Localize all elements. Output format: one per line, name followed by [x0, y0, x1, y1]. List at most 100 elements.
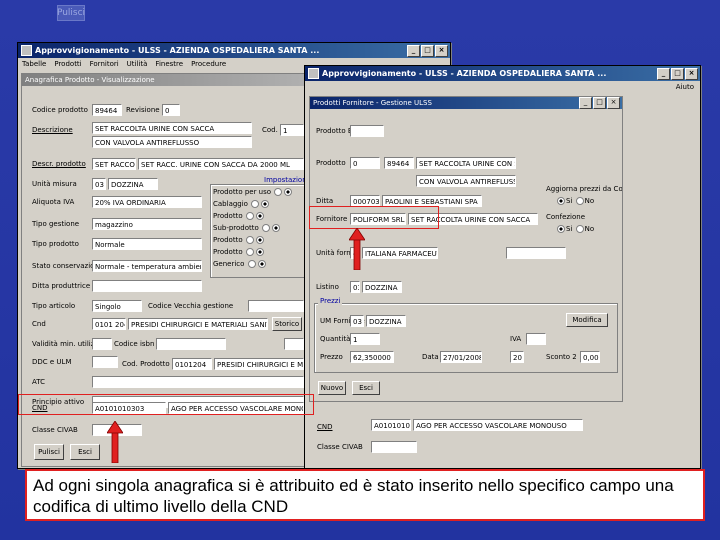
minimize-icon-inner[interactable]: _: [579, 97, 592, 109]
iva-field[interactable]: [526, 333, 546, 345]
listino-cod-field[interactable]: 03: [350, 281, 360, 293]
radio-sub-prodotto[interactable]: Sub-prodotto: [213, 224, 281, 232]
radio-prodotto-2[interactable]: Prodotto: [213, 236, 265, 244]
menu-item-prodotti[interactable]: Prodotti: [54, 60, 81, 68]
radio-no-3[interactable]: [255, 212, 264, 220]
tipo-articolo-field[interactable]: Singolo: [92, 300, 142, 312]
radio-si-2[interactable]: [251, 200, 260, 208]
stato-conservazione-field[interactable]: Normale - temperatura ambiente: [92, 260, 202, 272]
codice-isbn-field[interactable]: [156, 338, 226, 350]
radio-no-4[interactable]: [272, 224, 281, 232]
um-cod-field[interactable]: 03: [350, 315, 364, 327]
prodotto-cod-field[interactable]: 0: [350, 157, 380, 169]
radio-confezione-si[interactable]: [557, 225, 565, 233]
radio-confezione-no[interactable]: [575, 225, 584, 233]
maximize-icon[interactable]: □: [421, 44, 434, 57]
prodotto-desc-field[interactable]: SET RACCOLTA URINE CON SACCA: [416, 157, 516, 169]
radio-aggiorna-no[interactable]: [575, 197, 584, 205]
menu-item-utilita[interactable]: Utilità: [127, 60, 148, 68]
unita-misura-field[interactable]: DOZZINA: [108, 178, 158, 190]
radio-prodotto-uso[interactable]: Prodotto per uso: [213, 188, 293, 196]
menu-item-tabelle[interactable]: Tabelle: [22, 60, 46, 68]
cnd-desc-field[interactable]: PRESIDI CHIRURGICI E MATERIALI SANITARI: [128, 318, 268, 330]
close-icon-right[interactable]: ×: [685, 67, 698, 80]
radio-si-5[interactable]: [245, 236, 254, 244]
aliquota-iva-field[interactable]: 20% IVA ORDINARIA: [92, 196, 202, 208]
minimize-icon-right[interactable]: _: [657, 67, 670, 80]
unita-extra-field[interactable]: [506, 247, 566, 259]
pulisci-button[interactable]: Pulisci: [34, 444, 64, 460]
close-icon[interactable]: ×: [435, 44, 448, 57]
close-icon-inner[interactable]: ×: [607, 97, 620, 109]
prodotto-ex-field[interactable]: [350, 125, 384, 137]
menu-item-procedure[interactable]: Procedure: [191, 60, 226, 68]
radio-prodotto[interactable]: Prodotto: [213, 212, 265, 220]
menu-item-fornitori[interactable]: Fornitori: [90, 60, 119, 68]
tipo-gestione-field[interactable]: magazzino: [92, 218, 202, 230]
radio-no-2[interactable]: [261, 200, 270, 208]
codice-prodotto-field[interactable]: 89464: [92, 104, 122, 116]
radio-aggiorna-si[interactable]: [557, 197, 565, 205]
codice-vecchia-gestione-field[interactable]: [248, 300, 304, 312]
validita-field[interactable]: [92, 338, 112, 350]
prezzo-field[interactable]: 62,350000: [350, 351, 394, 363]
cnd-desc-right-field[interactable]: AGO PER ACCESSO VASCOLARE MONOUSO: [413, 419, 583, 431]
radio-si-6[interactable]: [245, 248, 254, 256]
aggiorna-radios[interactable]: Si No: [556, 197, 594, 205]
radio-si-1[interactable]: [274, 188, 283, 196]
unita-desc-field[interactable]: ITALIANA FARMACEUTICI: [362, 247, 438, 259]
radio-si-7[interactable]: [247, 260, 256, 268]
radio-no-5[interactable]: [255, 236, 264, 244]
nuovo-button[interactable]: Nuovo: [318, 381, 346, 395]
radio-cablaggio[interactable]: Cablaggio: [213, 200, 270, 208]
iva-value-field[interactable]: 20: [510, 351, 524, 363]
minimize-icon[interactable]: _: [407, 44, 420, 57]
confezione-radios[interactable]: Si No: [556, 225, 594, 233]
data-field[interactable]: 27/01/2008: [440, 351, 482, 363]
descr-prodotto-long-field[interactable]: SET RACC. URINE CON SACCA DA 2000 ML: [138, 158, 304, 170]
descr-prodotto2-field[interactable]: PRESIDI CHIRURGICI E MATERIALI SANITARI: [214, 358, 304, 370]
cod-ditta-field[interactable]: 1: [280, 124, 304, 136]
label-ddc-ulm: DDC e ULM: [32, 358, 72, 366]
radio-generico[interactable]: Generico: [213, 260, 267, 268]
cnd-code-field[interactable]: 0101 204: [92, 318, 126, 330]
label-revisione-num: Revisione: [126, 106, 160, 114]
radio-no-1[interactable]: [284, 188, 293, 196]
atc-field[interactable]: [92, 376, 304, 388]
label-sconto: Sconto 2: [546, 353, 577, 361]
storico-button[interactable]: Storico: [272, 317, 302, 331]
descrizione-field-2[interactable]: CON VALVOLA ANTIREFLUSSO: [92, 136, 252, 148]
radio-no-7[interactable]: [257, 260, 266, 268]
ditta-produttrice-field[interactable]: [92, 280, 202, 292]
tipo-prodotto-field[interactable]: Normale: [92, 238, 202, 250]
radio-si-4[interactable]: [262, 224, 271, 232]
maximize-icon-right[interactable]: □: [671, 67, 684, 80]
menu-item-finestre[interactable]: Finestre: [155, 60, 183, 68]
menu-item-aiuto[interactable]: Aiuto: [676, 83, 694, 91]
label-iva: IVA: [510, 335, 522, 343]
maximize-icon-inner[interactable]: □: [593, 97, 606, 109]
prodotto-desc2-field[interactable]: CON VALVOLA ANTIREFLUSSO: [416, 175, 516, 187]
extra-field[interactable]: [284, 338, 304, 350]
revisione-field[interactable]: 0: [162, 104, 180, 116]
esci-button-right[interactable]: Esci: [352, 381, 380, 395]
cod-prodotto-field[interactable]: 0101204: [172, 358, 212, 370]
radio-si-3[interactable]: [245, 212, 254, 220]
um-desc-field[interactable]: DOZZINA: [366, 315, 406, 327]
cnd-right-field[interactable]: A0101010303: [371, 419, 411, 431]
classe-civab-right-field[interactable]: [371, 441, 417, 453]
sconto-field[interactable]: 0,00: [580, 351, 600, 363]
radio-no-6[interactable]: [255, 248, 264, 256]
unita-misura-cod-field[interactable]: 03: [92, 178, 106, 190]
prodotto-code2-field[interactable]: 89464: [384, 157, 414, 169]
descr-prodotto-field[interactable]: SET RACCOLTA URINE: [92, 158, 136, 170]
modifica-button[interactable]: Modifica: [566, 313, 608, 327]
label-cnd-top: Cnd: [32, 320, 46, 328]
radio-prodotto-3[interactable]: Prodotto: [213, 248, 265, 256]
label-tipo-articolo: Tipo articolo: [32, 302, 76, 310]
ddc-ulm-field[interactable]: [92, 356, 118, 368]
descrizione-field[interactable]: SET RACCOLTA URINE CON SACCA: [92, 122, 252, 134]
esci-button[interactable]: Esci: [70, 444, 100, 460]
listino-desc-field[interactable]: DOZZINA: [362, 281, 402, 293]
quantita-field[interactable]: 1: [350, 333, 380, 345]
